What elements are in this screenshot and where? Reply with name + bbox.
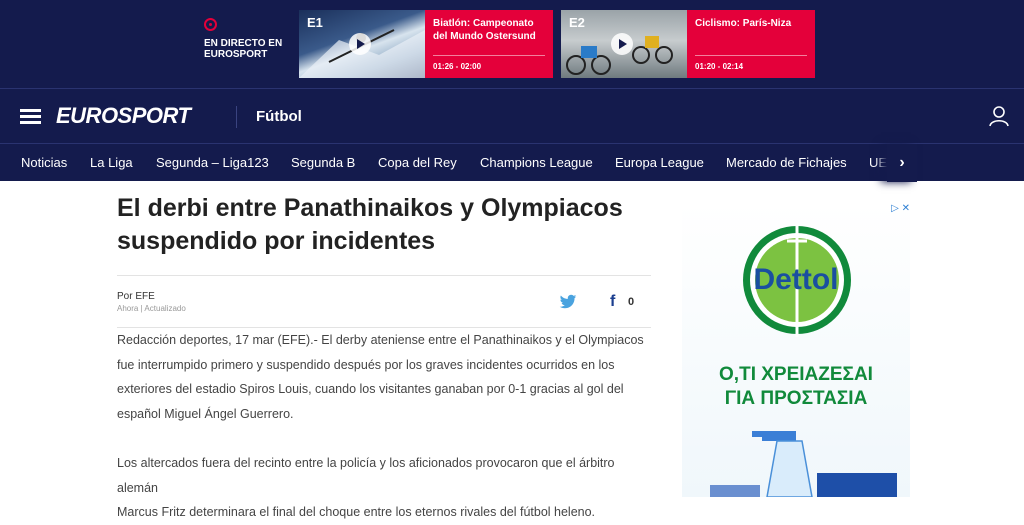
article-meta: Ahora | Actualizado (117, 304, 186, 313)
text-line: español Miguel Ángel Guerrero. (117, 406, 294, 421)
nav-item-champions[interactable]: Champions League (480, 155, 593, 170)
article-headline: El derbi entre Panathinaikos y Olympiaco… (117, 192, 657, 258)
progress-line (433, 55, 545, 56)
live-card-biathlon[interactable]: E1 Biatlón: Campeonato del Mundo Ostersu… (299, 10, 553, 78)
live-thumbnail-cycling: E2 (561, 10, 687, 78)
nav-item-segunda[interactable]: Segunda – Liga123 (156, 155, 269, 170)
text-line: Marcus Fritz determinara el final del ch… (117, 505, 596, 519)
header-divider (236, 106, 237, 128)
share-count: 0 (628, 296, 635, 308)
live-card-cycling[interactable]: E2 Ciclismo: París-Niza 01:20 - 02:14 (561, 10, 815, 78)
nav-item-la-liga[interactable]: La Liga (90, 155, 133, 170)
live-label-line1: EN DIRECTO EN (204, 38, 283, 49)
facebook-icon[interactable]: f (610, 293, 615, 311)
ad-choices-icon[interactable]: ▷ ✕ (885, 203, 910, 216)
dettol-ad-illustration-icon (710, 223, 897, 497)
channel-e2: E2 (569, 15, 585, 30)
live-dot-icon (204, 18, 217, 31)
channel-e1: E1 (307, 15, 323, 30)
ad-tagline-line1: Ο,ΤΙ ΧΡΕΙΑΖΕΣΑΙ (719, 364, 873, 385)
sport-nav: Noticias La Liga Segunda – Liga123 Segun… (0, 143, 1024, 182)
live-strip: EN DIRECTO EN EUROSPORT E1 Biatlón: Camp… (0, 0, 1024, 88)
nav-item-noticias[interactable]: Noticias (21, 155, 67, 170)
nav-next-chevron-icon[interactable]: › (887, 144, 917, 182)
article-paragraph: Los altercados fuera del recinto entre l… (117, 451, 657, 525)
user-icon[interactable] (988, 105, 1010, 127)
nav-item-ue[interactable]: UE (869, 155, 887, 170)
nav-item-europa[interactable]: Europa League (615, 155, 704, 170)
dettol-logo: Dettol (753, 263, 839, 296)
menu-icon[interactable] (20, 109, 41, 125)
play-icon[interactable] (349, 33, 371, 55)
nav-item-fichajes[interactable]: Mercado de Fichajes (726, 155, 847, 170)
text-line: exteriores del estadio Spiros Louis, cua… (117, 382, 624, 396)
ad-tagline-line2: ΓΙΑ ΠΡΟΣΤΑΣΙΑ (724, 388, 868, 409)
main-header: EUROSPORT Fútbol (0, 88, 1024, 143)
live-label-line2: EUROSPORT (204, 49, 268, 60)
live-info-cycling: Ciclismo: París-Niza 01:20 - 02:14 (687, 10, 815, 78)
live-title: Ciclismo: París-Niza (695, 18, 792, 29)
eurosport-logo[interactable]: EUROSPORT (56, 103, 191, 129)
twitter-icon[interactable] (559, 294, 577, 310)
play-icon[interactable] (611, 33, 633, 55)
live-info-biathlon: Biatlón: Campeonato del Mundo Ostersund … (425, 10, 553, 78)
headline-line: suspendido por incidentes (117, 227, 436, 255)
live-time: 01:20 - 02:14 (695, 62, 744, 71)
advertisement[interactable]: Dettol (682, 203, 910, 497)
nav-item-copa-del-rey[interactable]: Copa del Rey (378, 155, 457, 170)
section-title[interactable]: Fútbol (256, 108, 302, 125)
text-line: Redacción deportes, 17 mar (EFE).- El de… (117, 333, 644, 347)
live-label[interactable]: EN DIRECTO EN EUROSPORT (204, 18, 294, 60)
byline[interactable]: Por EFE (117, 291, 155, 302)
live-title: Biatlón: Campeonato del Mundo Ostersund (433, 18, 536, 42)
article-paragraph: Redacción deportes, 17 mar (EFE).- El de… (117, 328, 657, 426)
progress-line (695, 55, 807, 56)
divider (117, 275, 651, 276)
live-thumbnail-biathlon: E1 (299, 10, 425, 78)
live-time: 01:26 - 02:00 (433, 62, 482, 71)
headline-line: El derbi entre Panathinaikos y Olympiaco… (117, 194, 623, 222)
nav-item-segunda-b[interactable]: Segunda B (291, 155, 355, 170)
text-line: Los altercados fuera del recinto entre l… (117, 456, 615, 495)
text-line: fue interrumpido primero y suspendido de… (117, 357, 615, 372)
